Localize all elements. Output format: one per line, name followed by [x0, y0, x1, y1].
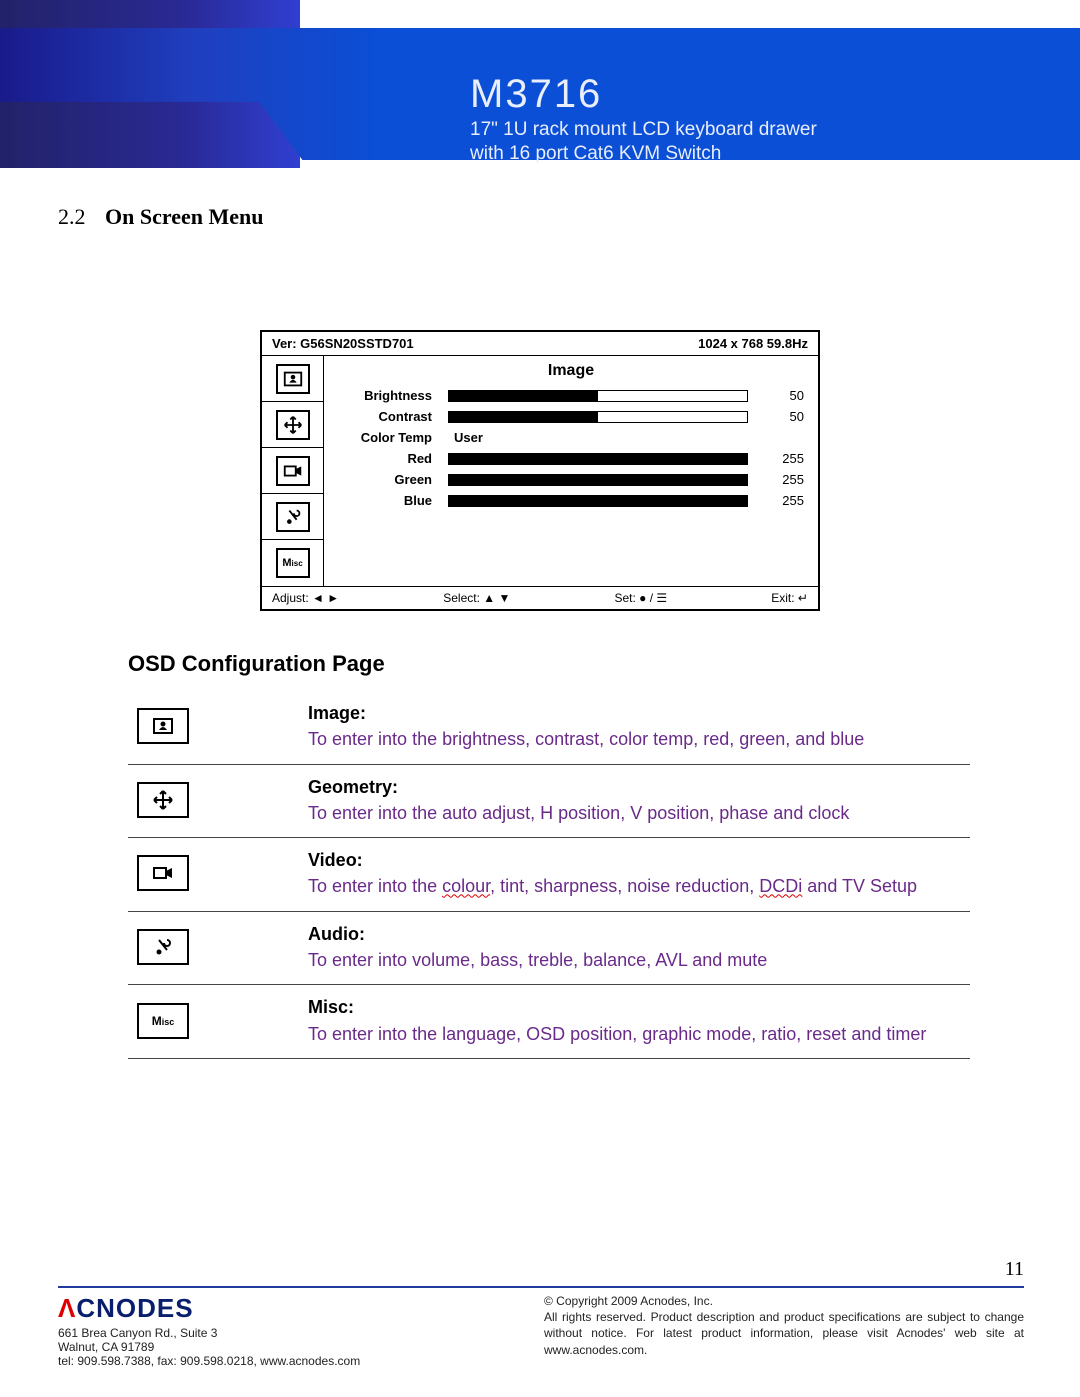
page-number: 11: [1005, 1258, 1024, 1281]
footer-address-1: 661 Brea Canyon Rd., Suite 3: [58, 1326, 360, 1340]
config-text: Audio:To enter into volume, bass, treble…: [308, 922, 970, 973]
geometry-icon: [137, 782, 189, 818]
config-row: Geometry:To enter into the auto adjust, …: [128, 765, 970, 839]
audio-icon: [137, 929, 189, 965]
config-row-heading: Video:: [308, 848, 970, 872]
company-logo: ΛCNODES: [58, 1293, 360, 1324]
osd-row: Color TempUser: [338, 430, 804, 445]
config-text: Misc: To enter into the language, OSD pos…: [308, 995, 970, 1046]
osd-slider[interactable]: [448, 453, 748, 465]
osd-version: Ver: G56SN20SSTD701: [272, 336, 414, 351]
config-table: Image:To enter into the brightness, cont…: [128, 691, 970, 1059]
osd-row: Brightness 50: [338, 388, 804, 403]
image-icon: [137, 708, 189, 744]
footer-address-2: Walnut, CA 91789: [58, 1340, 360, 1354]
osd-row-label: Brightness: [338, 388, 448, 403]
osd-row: Blue 255: [338, 493, 804, 508]
config-row-desc: To enter into the language, OSD position…: [308, 1022, 970, 1046]
hint-exit: Exit: ↵: [771, 591, 808, 605]
image-icon: [276, 364, 310, 394]
config-row-heading: Geometry:: [308, 775, 970, 799]
footer-rule: [58, 1286, 1024, 1288]
config-row: Video:To enter into the colour, tint, sh…: [128, 838, 970, 912]
config-row-desc: To enter into the auto adjust, H positio…: [308, 801, 970, 825]
osd-footer-hints: Adjust: ◄ ► Select: ▲ ▼ Set: ● / ☰ Exit:…: [262, 586, 818, 609]
osd-nav-audio[interactable]: [262, 494, 323, 540]
geometry-icon: [276, 410, 310, 440]
config-row: Image:To enter into the brightness, cont…: [128, 691, 970, 765]
footer-legal: All rights reserved. Product description…: [544, 1309, 1024, 1358]
product-model: M3716: [470, 72, 602, 117]
osd-row: Green 255: [338, 472, 804, 487]
config-row-heading: Misc:: [308, 995, 970, 1019]
osd-nav: Misc: [262, 356, 324, 586]
config-row-heading: Audio:: [308, 922, 970, 946]
osd-row-value: 255: [748, 472, 804, 487]
osd-nav-geometry[interactable]: [262, 402, 323, 448]
config-text: Image:To enter into the brightness, cont…: [308, 701, 970, 752]
header-banner: M3716 17" 1U rack mount LCD keyboard dra…: [0, 0, 1080, 168]
hint-set: Set: ● / ☰: [614, 591, 667, 605]
osd-slider[interactable]: [448, 411, 748, 423]
video-icon: [137, 855, 189, 891]
video-icon: [276, 456, 310, 486]
config-row: Misc Misc: To enter into the language, OSD…: [128, 985, 970, 1059]
osd-row-textvalue: User: [448, 430, 483, 445]
config-text: Geometry:To enter into the auto adjust, …: [308, 775, 970, 826]
osd-row-label: Blue: [338, 493, 448, 508]
osd-row-label: Red: [338, 451, 448, 466]
osd-nav-image[interactable]: [262, 356, 323, 402]
osd-nav-video[interactable]: [262, 448, 323, 494]
section-heading: 2.2 On Screen Menu: [58, 204, 1080, 230]
osd-row-value: 50: [748, 388, 804, 403]
config-row-desc: To enter into the colour, tint, sharpnes…: [308, 874, 970, 898]
misc-icon: Misc: [276, 548, 310, 578]
osd-row-label: Green: [338, 472, 448, 487]
footer-copyright: © Copyright 2009 Acnodes, Inc.: [544, 1293, 1024, 1309]
product-subtitle: 17" 1U rack mount LCD keyboard drawer wi…: [470, 118, 817, 166]
osd-row-value: 50: [748, 409, 804, 424]
osd-row-label: Color Temp: [338, 430, 448, 445]
config-text: Video:To enter into the colour, tint, sh…: [308, 848, 970, 899]
osd-nav-misc[interactable]: Misc: [262, 540, 323, 586]
osd-slider[interactable]: [448, 495, 748, 507]
section-title: On Screen Menu: [105, 204, 263, 229]
osd-row-label: Contrast: [338, 409, 448, 424]
osd-panel-heading: Image: [338, 362, 804, 380]
config-row-heading: Image:: [308, 701, 970, 725]
config-row: Audio:To enter into volume, bass, treble…: [128, 912, 970, 986]
config-title: OSD Configuration Page: [128, 651, 1080, 677]
osd-slider[interactable]: [448, 474, 748, 486]
misc-icon: Misc: [137, 1003, 189, 1039]
osd-screenshot: Ver: G56SN20SSTD701 1024 x 768 59.8Hz: [260, 330, 820, 611]
osd-resolution: 1024 x 768 59.8Hz: [698, 336, 808, 351]
config-row-desc: To enter into the brightness, contrast, …: [308, 727, 970, 751]
page-footer: ΛCNODES 661 Brea Canyon Rd., Suite 3 Wal…: [58, 1293, 1024, 1368]
section-number: 2.2: [58, 204, 86, 229]
osd-row: Red 255: [338, 451, 804, 466]
audio-icon: [276, 502, 310, 532]
osd-row: Contrast 50: [338, 409, 804, 424]
osd-row-value: 255: [748, 493, 804, 508]
footer-contact: tel: 909.598.7388, fax: 909.598.0218, ww…: [58, 1354, 360, 1368]
hint-select: Select: ▲ ▼: [443, 591, 510, 605]
hint-adjust: Adjust: ◄ ►: [272, 591, 339, 605]
config-row-desc: To enter into volume, bass, treble, bala…: [308, 948, 970, 972]
osd-main-panel: Image Brightness 50 Contrast 50 Color TempUs…: [324, 356, 818, 586]
osd-slider[interactable]: [448, 390, 748, 402]
osd-row-value: 255: [748, 451, 804, 466]
